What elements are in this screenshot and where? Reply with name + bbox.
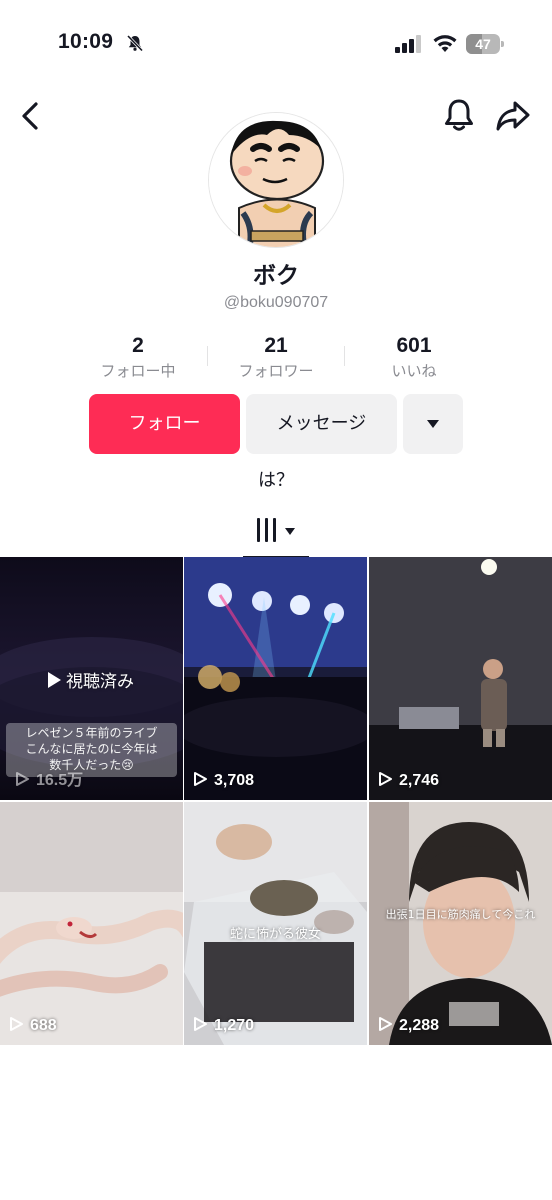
- view-count: 1,270: [192, 1015, 254, 1037]
- play-outline-icon: [10, 1017, 23, 1031]
- followers-count: 21: [264, 334, 288, 357]
- more-options-button[interactable]: [403, 394, 463, 454]
- play-outline-icon: [194, 1017, 207, 1031]
- status-bar: 10:09 47: [0, 0, 552, 90]
- video-grid: 視聴済み レペゼン５年前のライブ こんなに居たのに今年は 数千人だった😢 16.…: [0, 557, 552, 1045]
- caption-line: こんなに居たのに今年は: [25, 742, 158, 756]
- chevron-down-icon: [285, 528, 295, 535]
- username: @boku090707: [223, 294, 329, 311]
- view-count-value: 2,288: [399, 1017, 440, 1034]
- white-snake-thumbnail: [0, 802, 183, 1045]
- concert-stage-lights-thumbnail: [184, 557, 367, 800]
- likes-count: 601: [396, 334, 432, 357]
- watched-overlay: 視聴済み: [48, 667, 134, 692]
- view-count: 2,288: [377, 1015, 439, 1037]
- share-icon[interactable]: [494, 98, 532, 134]
- battery-level: 47: [475, 36, 491, 52]
- video-caption: 出張1日目に筋肉痛して今これ: [385, 908, 536, 921]
- caption-line: レペゼン５年前のライブ: [25, 726, 158, 740]
- bio-text: は？: [258, 470, 294, 491]
- cellular-signal-icon: [395, 35, 421, 53]
- view-count: 3,708: [192, 770, 254, 792]
- view-count: 688: [8, 1015, 57, 1037]
- play-outline-icon: [379, 1017, 392, 1031]
- avatar-cartoon-image: [209, 113, 343, 247]
- stage-performer-thumbnail: [369, 557, 552, 800]
- view-count-value: 1,270: [214, 1017, 255, 1034]
- view-count: 2,746: [377, 770, 439, 792]
- video-thumbnail[interactable]: 出張1日目に筋肉痛して今これ 2,288: [369, 802, 552, 1045]
- likes-stat[interactable]: 601 いいね: [354, 332, 474, 382]
- following-label: フォロー中: [100, 362, 176, 380]
- view-count-value: 3,708: [214, 772, 255, 789]
- watched-label: 視聴済み: [66, 672, 134, 692]
- video-thumbnail[interactable]: 視聴済み レペゼン５年前のライブ こんなに居たのに今年は 数千人だった😢 16.…: [0, 557, 183, 800]
- video-caption: 蛇に怖がる彼女: [229, 927, 321, 942]
- avatar[interactable]: [208, 112, 344, 248]
- video-thumbnail[interactable]: 3,708: [184, 557, 367, 800]
- play-outline-icon: [379, 772, 392, 786]
- status-time: 10:09: [58, 30, 114, 53]
- selfie-person-thumbnail: [369, 802, 552, 1045]
- view-count-value: 688: [30, 1017, 57, 1034]
- view-count: 16.5万: [8, 770, 83, 792]
- display-name: ボク: [253, 263, 299, 289]
- grid-icon: [257, 518, 279, 542]
- play-icon: [48, 672, 61, 688]
- stat-divider: [207, 346, 208, 366]
- following-count: 2: [132, 334, 144, 357]
- following-stat[interactable]: 2 フォロー中: [78, 332, 198, 382]
- video-caption: レペゼン５年前のライブ こんなに居たのに今年は 数千人だった😢: [6, 725, 177, 773]
- video-thumbnail[interactable]: 688: [0, 802, 183, 1045]
- stat-divider: [344, 346, 345, 366]
- play-outline-icon: [194, 772, 207, 786]
- battery-icon: 47: [466, 34, 504, 54]
- tab-videos[interactable]: [243, 512, 309, 558]
- view-count-value: 2,746: [399, 772, 440, 789]
- wifi-icon: [433, 35, 457, 52]
- notification-bell-icon[interactable]: [440, 96, 478, 136]
- likes-label: いいね: [391, 362, 437, 380]
- message-button[interactable]: メッセージ: [246, 394, 397, 454]
- silent-mode-icon: [126, 34, 144, 52]
- follow-button[interactable]: フォロー: [89, 394, 240, 454]
- view-count-value: 16.5万: [36, 772, 84, 789]
- video-thumbnail[interactable]: 蛇に怖がる彼女 1,270: [184, 802, 367, 1045]
- followers-label: フォロワー: [238, 362, 314, 380]
- followers-stat[interactable]: 21 フォロワー: [216, 332, 336, 382]
- play-outline-icon: [16, 772, 29, 786]
- back-icon[interactable]: [16, 98, 46, 134]
- video-thumbnail[interactable]: 2,746: [369, 557, 552, 800]
- chevron-down-icon: [427, 420, 439, 428]
